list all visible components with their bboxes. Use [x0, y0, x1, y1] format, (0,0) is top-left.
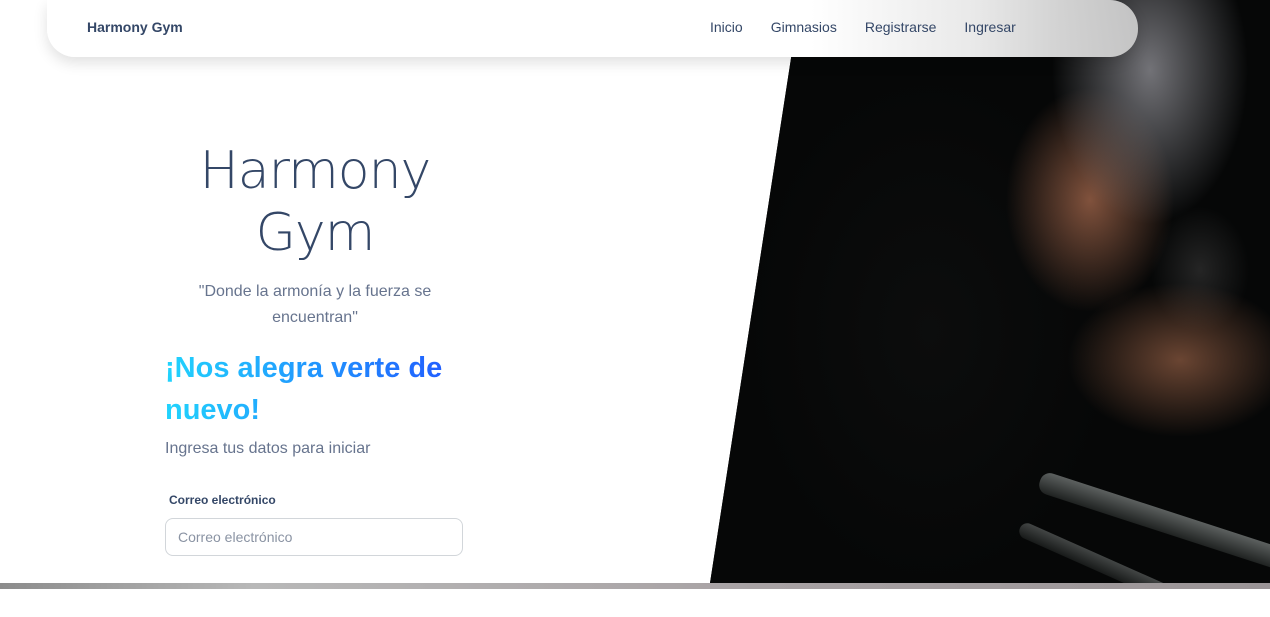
hero-title-line1: Harmony: [199, 141, 432, 201]
hero-slogan-line1: "Donde la armonía y la fuerza se: [198, 283, 432, 300]
hero-title: Harmony Gym: [165, 140, 465, 264]
nav-link-gimnasios[interactable]: Gimnasios: [771, 19, 837, 35]
nav-link-ingresar[interactable]: Ingresar: [964, 19, 1015, 35]
bottom-strip: [0, 583, 1270, 589]
nav-link-inicio[interactable]: Inicio: [710, 19, 743, 35]
email-label: Correo electrónico: [169, 493, 276, 507]
hero-title-line2: Gym: [255, 203, 376, 263]
hero-slogan-line2: encuentran": [272, 309, 358, 326]
welcome-heading-line2: nuevo!: [165, 394, 261, 426]
hero-photo: [710, 0, 1270, 583]
welcome-heading: ¡Nos alegra verte de nuevo!: [165, 347, 475, 431]
welcome-heading-line1: ¡Nos alegra verte de: [165, 352, 443, 384]
nav-link-registrarse[interactable]: Registrarse: [865, 19, 937, 35]
hero-slogan: "Donde la armonía y la fuerza se encuent…: [165, 279, 465, 331]
email-field[interactable]: [165, 518, 463, 556]
brand-logo-text[interactable]: Harmony Gym: [87, 19, 183, 35]
nav-links: Inicio Gimnasios Registrarse Ingresar: [710, 19, 1044, 35]
navbar: Harmony Gym Inicio Gimnasios Registrarse…: [47, 0, 1138, 57]
login-subtitle: Ingresa tus datos para iniciar: [165, 440, 371, 457]
